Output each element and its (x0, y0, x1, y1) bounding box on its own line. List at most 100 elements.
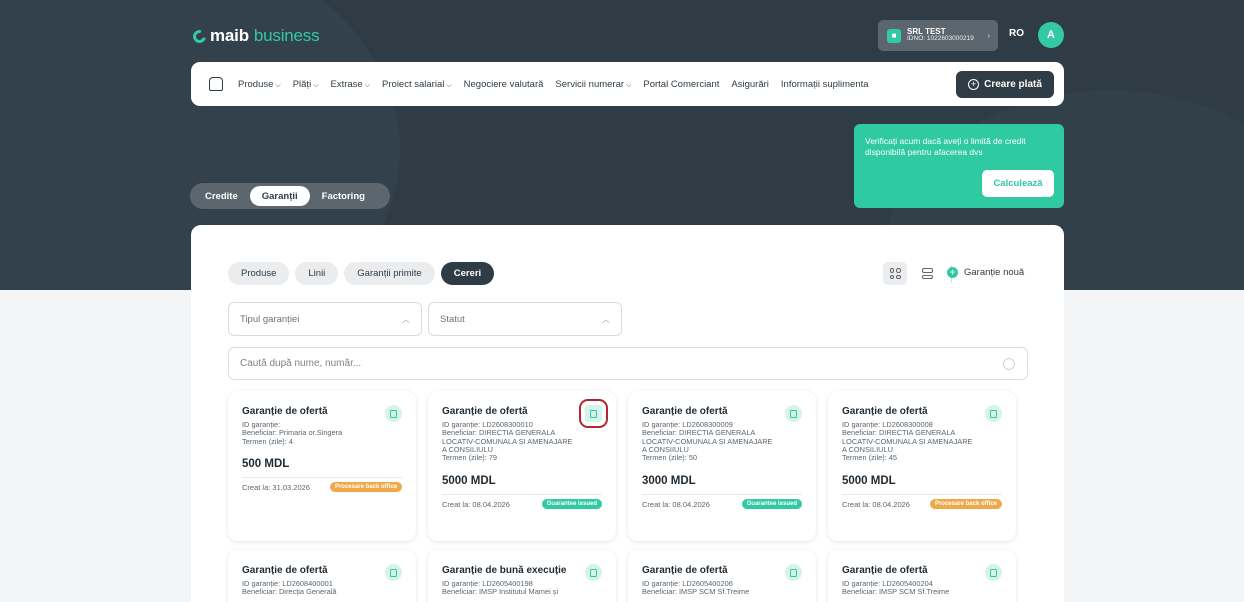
brand-logo[interactable]: maib business (190, 26, 320, 46)
sub-tab[interactable]: Cereri (440, 262, 495, 285)
nav-item[interactable]: Informații suplimenta (781, 79, 869, 90)
nav-item[interactable]: Portal Comerciant (643, 79, 719, 90)
sheet-shape (990, 568, 997, 577)
maib-logo-icon (190, 27, 209, 45)
document-icon[interactable] (579, 399, 608, 428)
card-amount: 500 MDL (242, 457, 290, 470)
status-placeholder: Statut (440, 313, 465, 325)
nav-item-label: Informații suplimenta (780, 78, 869, 90)
status-badge: Procesare back office (929, 498, 1002, 509)
sheet-shape (990, 409, 997, 418)
document-icon[interactable] (385, 405, 402, 422)
company-id: IDNO: 1022603000219 (907, 35, 974, 43)
sheet-shape (590, 568, 597, 577)
card-title: Garanție de ofertă (442, 406, 528, 417)
tab-factoring[interactable]: Factoring (310, 186, 377, 206)
guarantee-card[interactable]: Garanție de ofertă ID garanție: LD2608300… (828, 391, 1016, 541)
chevron-right-icon: › (987, 31, 990, 40)
guarantee-card[interactable]: Garanție de ofertă ID garanție: Beneficiar… (228, 391, 416, 541)
guarantee-card[interactable]: Garanție de ofertă ID garanție: LD2608300… (428, 391, 616, 541)
building-icon: ■ (887, 28, 901, 43)
list-icon (921, 268, 933, 279)
nav-item-label: Plăți (292, 78, 312, 90)
home-icon[interactable] (209, 77, 223, 91)
avatar[interactable]: A (1038, 22, 1064, 48)
status-select[interactable]: Statut ︿ (428, 302, 622, 336)
sheet-shape (790, 409, 797, 418)
sheet-shape (590, 409, 597, 418)
guarantee-type-placeholder: Tipul garanției (240, 313, 300, 325)
guarantee-type-select[interactable]: Tipul garanției ︿ (228, 302, 422, 336)
grid-icon (889, 268, 901, 279)
nav-item[interactable]: Extrase ⌵ (331, 79, 371, 90)
grid-view-button[interactable] (883, 262, 907, 285)
nav-item[interactable]: Asigurări (731, 79, 769, 90)
chevron-up-icon: ︿ (602, 315, 610, 324)
tab-credite[interactable]: Credite (193, 186, 250, 206)
document-icon[interactable] (585, 564, 602, 581)
plus-circle-icon: + (947, 267, 958, 278)
card-details: ID garanție: LD2608300010 Beneficiar: DIR… (442, 420, 602, 463)
status-badge: Guarantee issued (541, 498, 602, 509)
nav-item-label: Asigurări (731, 78, 769, 90)
chevron-down-icon: ⌵ (313, 81, 319, 89)
nav-item[interactable]: Negociere valutară (464, 79, 544, 90)
document-icon[interactable] (985, 405, 1002, 422)
guarantee-card[interactable]: Garanție de ofertă ID garanție: LD2608300… (628, 391, 816, 541)
card-title: Garanție de ofertă (642, 406, 728, 417)
nav-item-label: Negociere valutară (463, 78, 544, 90)
nav-item[interactable]: Servicii numerar ⌵ (555, 79, 631, 90)
view-toggle (883, 262, 952, 285)
card-created-date: Creat la: 08.04.2026 (642, 499, 710, 509)
search-placeholder: Caută după nume, număr... (240, 358, 362, 369)
sheet-shape (790, 568, 797, 577)
status-badge: Procesare back office (329, 481, 402, 492)
card-detail-line: Beneficiar: IMSP SCM Sf.Treime (642, 587, 750, 597)
nav-item-label: Servicii numerar (555, 78, 625, 90)
chevron-down-icon: ⌵ (626, 81, 632, 89)
card-details: ID garanție: LD2608300009 Beneficiar: DIR… (642, 420, 802, 462)
card-divider (842, 493, 1002, 495)
document-icon[interactable] (785, 405, 802, 422)
language-selector[interactable]: RO (1009, 28, 1024, 39)
document-icon[interactable] (785, 564, 802, 581)
nav-item[interactable]: Proiect salarial ⌵ (382, 79, 452, 90)
card-detail-line: Beneficiar: Direcția Generală (242, 587, 337, 597)
sheet-shape (390, 568, 397, 577)
nav-item-label: Portal Comerciant (643, 78, 720, 90)
card-title: Garanție de ofertă (842, 565, 928, 576)
plus-circle-icon: + (968, 79, 980, 90)
guarantee-card[interactable]: Garanție de bună execuție ID garanție: LD… (428, 550, 616, 602)
sub-tab[interactable]: Produse (228, 262, 290, 285)
nav-item[interactable]: Plăți ⌵ (293, 79, 319, 90)
guarantee-card[interactable]: Garanție de ofertă ID garanție: LD2605400… (628, 550, 816, 602)
credit-promo-banner: Verificați acum dacă aveți o limită de c… (854, 124, 1064, 208)
card-divider (242, 476, 402, 478)
main-navigation: Produse ⌵ Plăți ⌵ Extrase ⌵ Proiect salarial ⌵ N… (191, 62, 1064, 106)
list-view-button[interactable] (915, 262, 939, 285)
nav-item-label: Extrase (330, 78, 363, 90)
tab-garanții[interactable]: Garanții (249, 186, 310, 206)
calculate-button[interactable]: Calculează (982, 170, 1054, 197)
card-amount: 5000 MDL (842, 474, 896, 487)
card-detail-line: Termen (zile): 79 (442, 453, 498, 463)
card-title: Garanție de ofertă (642, 565, 728, 576)
company-switcher[interactable]: ■ SRL TEST IDNO: 1022603000219 › (878, 20, 998, 51)
nav-item[interactable]: Produse ⌵ (238, 79, 281, 90)
card-amount: 3000 MDL (642, 474, 696, 487)
sub-tab[interactable]: Garanții primite (344, 262, 435, 285)
document-icon[interactable] (385, 564, 402, 581)
search-input[interactable]: Caută după nume, număr... (228, 347, 1028, 380)
create-payment-button[interactable]: + Creare plată (956, 71, 1054, 98)
guarantee-card[interactable]: Garanție de ofertă ID garanție: LD2605400… (828, 550, 1016, 602)
document-icon[interactable] (985, 564, 1002, 581)
chevron-up-icon: ︿ (402, 315, 410, 324)
card-details: ID garanție: LD2605400204 Beneficiar: IMS… (842, 579, 1002, 597)
card-divider (442, 493, 602, 495)
guarantee-card[interactable]: Garanție de ofertă ID garanție: LD2608400… (228, 550, 416, 602)
sub-tab[interactable]: Linii (295, 262, 339, 285)
card-created-date: Creat la: 08.04.2026 (442, 499, 510, 509)
card-detail-line: Termen (zile): 45 (842, 453, 898, 463)
new-guarantee-button[interactable]: + Garanție nouă (947, 267, 1024, 278)
card-detail-line: Beneficiar: IMSP SCM Sf.Treime (842, 587, 950, 597)
